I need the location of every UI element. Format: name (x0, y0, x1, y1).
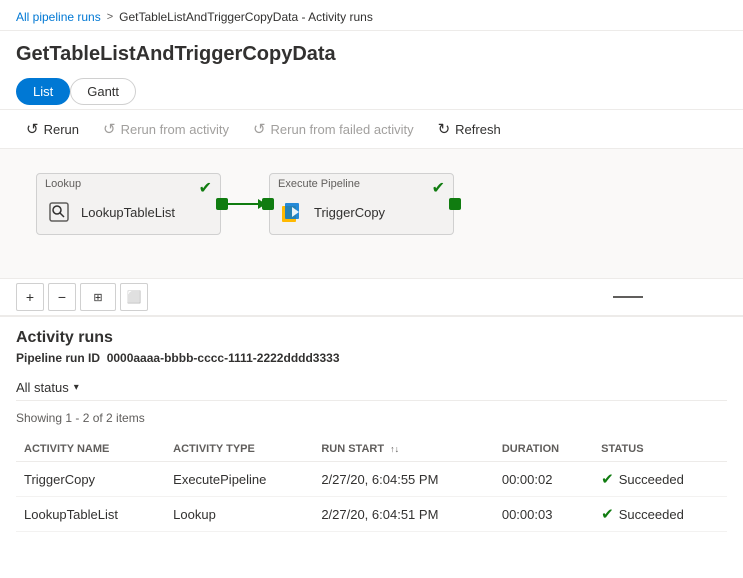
cell-duration: 00:00:02 (494, 462, 593, 497)
col-run-start: RUN START ↑↓ (313, 437, 494, 462)
rerun-from-failed-button[interactable]: ↺ Rerun from failed activity (243, 116, 424, 142)
tab-bar: List Gantt (0, 74, 743, 109)
canvas-control-line (613, 296, 643, 298)
node-execute-success-icon: ✔ (432, 178, 445, 198)
node-lookup-body: LookupTableList (37, 192, 220, 234)
all-pipeline-runs-link[interactable]: All pipeline runs (16, 10, 101, 24)
breadcrumb: All pipeline runs > GetTableListAndTrigg… (0, 0, 743, 31)
rerun-icon: ↺ (26, 120, 39, 138)
table-row[interactable]: LookupTableList Lookup 2/27/20, 6:04:51 … (16, 497, 727, 532)
table-body: TriggerCopy ExecutePipeline 2/27/20, 6:0… (16, 462, 727, 532)
status-filter-label: All status (16, 380, 69, 395)
col-activity-name: ACTIVITY NAME (16, 437, 165, 462)
node-execute-port-right (449, 198, 461, 210)
page-title: GetTableListAndTriggerCopyData (16, 43, 727, 66)
lookup-icon (45, 198, 73, 226)
expand-icon: ⬜ (127, 290, 142, 304)
cell-status: ✔ Succeeded (593, 462, 727, 497)
page-header: GetTableListAndTriggerCopyData (0, 31, 743, 74)
pipeline-run-id: Pipeline run ID 0000aaaa-bbbb-cccc-1111-… (16, 351, 727, 365)
refresh-button[interactable]: ↻ Refresh (428, 116, 511, 142)
rerun-button[interactable]: ↺ Rerun (16, 116, 89, 142)
zoom-in-button[interactable]: + (16, 283, 44, 311)
expand-button[interactable]: ⬜ (120, 283, 148, 311)
node-execute-port-left (262, 198, 274, 210)
rerun-activity-label: Rerun from activity (121, 122, 229, 137)
pipeline-arrow (225, 203, 265, 205)
rerun-label: Rerun (44, 122, 79, 137)
cell-activity-type: Lookup (165, 497, 313, 532)
zoom-out-icon: − (58, 289, 66, 305)
success-icon: ✔ (601, 470, 614, 488)
col-activity-type: ACTIVITY TYPE (165, 437, 313, 462)
cell-duration: 00:00:03 (494, 497, 593, 532)
status-label: Succeeded (619, 472, 684, 487)
tab-list[interactable]: List (16, 78, 70, 105)
sort-icon: ↑↓ (390, 444, 399, 454)
table-row[interactable]: TriggerCopy ExecutePipeline 2/27/20, 6:0… (16, 462, 727, 497)
col-status: STATUS (593, 437, 727, 462)
rerun-from-activity-button[interactable]: ↺ Rerun from activity (93, 116, 239, 142)
status-label: Succeeded (619, 507, 684, 522)
cell-run-start: 2/27/20, 6:04:51 PM (313, 497, 494, 532)
node-execute-label: TriggerCopy (314, 205, 385, 220)
activity-runs-table: ACTIVITY NAME ACTIVITY TYPE RUN START ↑↓… (16, 437, 727, 532)
cell-activity-type: ExecutePipeline (165, 462, 313, 497)
run-id-label: Pipeline run ID (16, 351, 100, 365)
rerun-activity-icon: ↺ (103, 120, 116, 138)
activity-runs-title: Activity runs (16, 329, 727, 347)
col-duration: DURATION (494, 437, 593, 462)
node-execute-header: Execute Pipeline (270, 174, 453, 192)
arrow-line (225, 203, 265, 205)
refresh-label: Refresh (455, 122, 501, 137)
activity-runs-section: Activity runs Pipeline run ID 0000aaaa-b… (0, 317, 743, 544)
node-lookup-label: LookupTableList (81, 205, 175, 220)
table-header: ACTIVITY NAME ACTIVITY TYPE RUN START ↑↓… (16, 437, 727, 462)
run-id-value: 0000aaaa-bbbb-cccc-1111-2222dddd3333 (107, 351, 340, 365)
breadcrumb-current: GetTableListAndTriggerCopyData - Activit… (119, 10, 373, 24)
showing-count: Showing 1 - 2 of 2 items (16, 407, 727, 429)
execute-pipeline-icon (278, 198, 306, 226)
toolbar: ↺ Rerun ↺ Rerun from activity ↺ Rerun fr… (0, 109, 743, 149)
refresh-icon: ↻ (438, 120, 451, 138)
zoom-in-icon: + (26, 289, 34, 305)
status-filter[interactable]: All status ▾ (16, 375, 727, 401)
canvas-area: Lookup LookupTableList ✔ Execute Pipelin… (0, 149, 743, 279)
node-lookup-header: Lookup (37, 174, 220, 192)
node-lookup[interactable]: Lookup LookupTableList ✔ (36, 173, 221, 235)
rerun-failed-icon: ↺ (253, 120, 266, 138)
canvas-controls: + − ⊞ ⬜ (0, 279, 743, 317)
rerun-failed-label: Rerun from failed activity (271, 122, 414, 137)
chevron-down-icon: ▾ (74, 382, 79, 393)
zoom-out-button[interactable]: − (48, 283, 76, 311)
pipeline-nodes: Lookup LookupTableList ✔ Execute Pipelin… (16, 165, 727, 243)
cell-activity-name: LookupTableList (16, 497, 165, 532)
node-execute-body: TriggerCopy (270, 192, 453, 234)
tab-gantt[interactable]: Gantt (70, 78, 136, 105)
cell-run-start: 2/27/20, 6:04:55 PM (313, 462, 494, 497)
fit-view-button[interactable]: ⊞ (80, 283, 116, 311)
success-icon: ✔ (601, 505, 614, 523)
node-lookup-success-icon: ✔ (199, 178, 212, 198)
cell-status: ✔ Succeeded (593, 497, 727, 532)
cell-activity-name: TriggerCopy (16, 462, 165, 497)
fit-view-icon: ⊞ (93, 291, 102, 304)
node-execute[interactable]: Execute Pipeline TriggerCopy ✔ (269, 173, 454, 235)
breadcrumb-separator: > (107, 11, 113, 23)
